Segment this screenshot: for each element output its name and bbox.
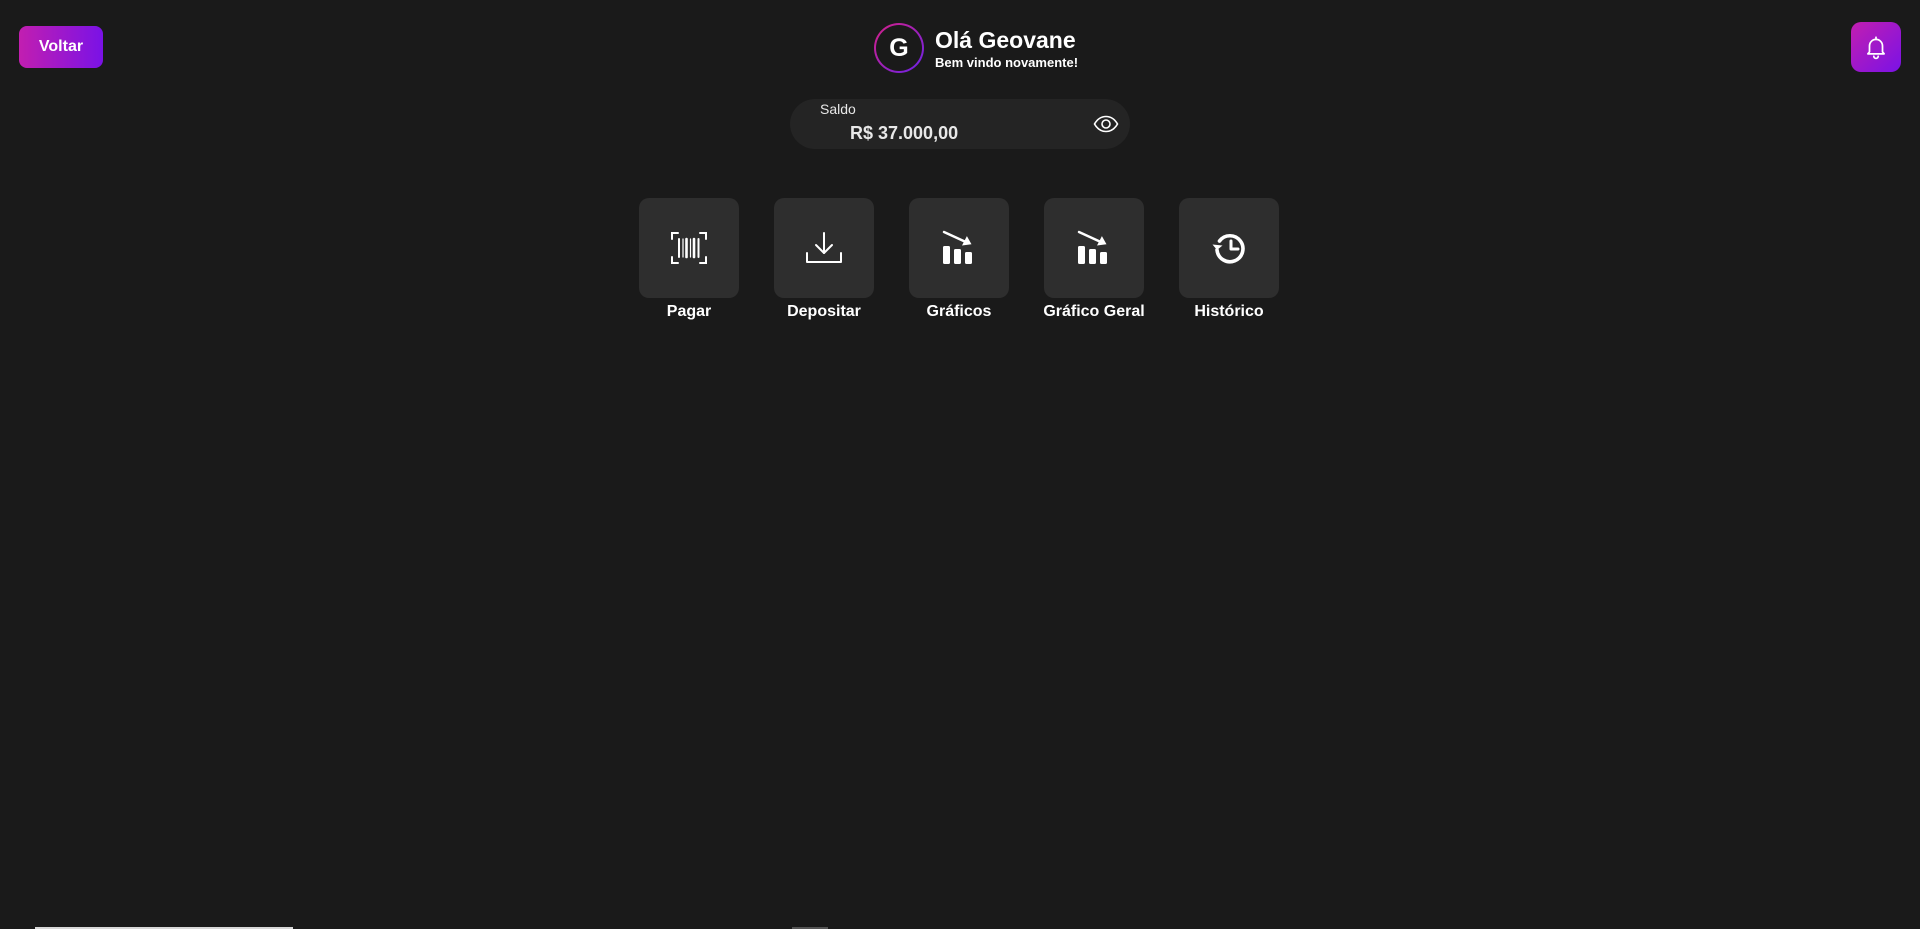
action-grafico-geral[interactable]: Gráfico Geral [1043, 198, 1145, 321]
action-tile[interactable] [1179, 198, 1279, 298]
action-historico[interactable]: Histórico [1179, 198, 1279, 321]
action-label: Gráficos [926, 303, 992, 320]
barcode-scan-icon [671, 232, 707, 264]
back-button[interactable]: Voltar [19, 26, 103, 68]
action-label: Histórico [1194, 303, 1264, 320]
greeting-title: Olá Geovane [935, 26, 1076, 53]
greeting-subtitle: Bem vindo novamente! [935, 54, 1079, 70]
balance-value: R$ 37.000,00 [850, 123, 959, 143]
app-page: Voltar G Olá Geovane Bem vindo novamente… [0, 0, 1920, 929]
action-label: Pagar [666, 303, 712, 320]
avatar: G [874, 23, 924, 73]
action-pagar[interactable]: Pagar [639, 198, 739, 321]
action-tile[interactable] [774, 198, 874, 298]
action-graficos[interactable]: Gráficos [909, 198, 1009, 321]
action-label: Depositar [787, 303, 861, 320]
action-depositar[interactable]: Depositar [774, 198, 874, 321]
action-tile[interactable] [909, 198, 1009, 298]
download-icon [806, 232, 842, 263]
history-icon [1212, 233, 1245, 264]
quick-actions: Pagar Depositar Gráficos Gráfico Geral H… [639, 198, 1279, 321]
user-header: G Olá Geovane Bem vindo novamente! [874, 22, 1078, 74]
chart-trend-down-icon [1077, 230, 1107, 264]
action-tile[interactable] [1044, 198, 1144, 298]
action-label: Gráfico Geral [1043, 303, 1145, 320]
balance-card: Saldo R$ 37.000,00 [790, 99, 1130, 149]
notifications-button[interactable] [1851, 22, 1901, 72]
chart-trend-down-icon [942, 230, 972, 264]
action-tile[interactable] [639, 198, 739, 298]
balance-label: Saldo [820, 101, 856, 117]
toggle-balance-visibility-button[interactable] [1092, 111, 1120, 137]
eye-icon [1093, 115, 1119, 133]
greeting-block: Olá Geovane Bem vindo novamente! [935, 26, 1078, 71]
bell-icon [1867, 36, 1885, 60]
